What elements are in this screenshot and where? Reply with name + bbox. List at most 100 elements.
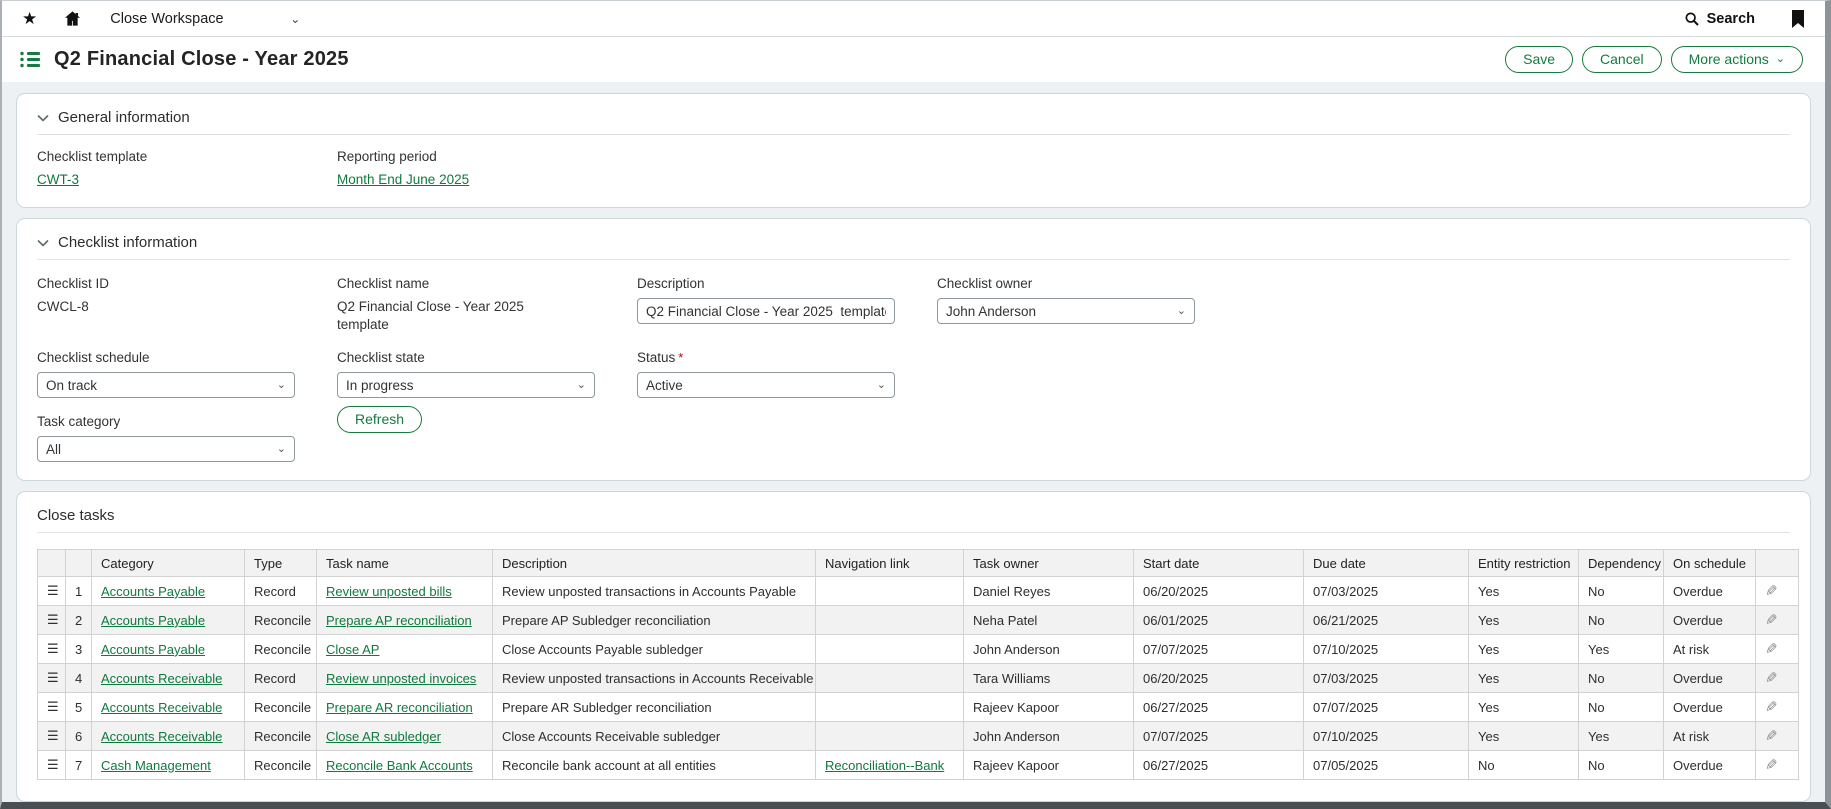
- drag-handle-icon: ☰: [47, 583, 59, 599]
- save-button[interactable]: Save: [1505, 46, 1573, 73]
- checklist-icon[interactable]: [20, 51, 40, 68]
- table-row: ☰ 1 Accounts Payable Record Review unpos…: [38, 577, 1799, 606]
- selected-value: On track: [46, 378, 97, 393]
- row-number-cell: 6: [66, 722, 92, 751]
- description-cell: Close Accounts Receivable subledger: [493, 722, 816, 751]
- category-cell: Accounts Receivable: [92, 722, 245, 751]
- top-navigation-bar: ★ Close Workspace ⌄ Search: [2, 1, 1825, 37]
- collapse-chevron-icon[interactable]: [37, 114, 49, 122]
- task-name-link[interactable]: Close AP: [326, 642, 379, 657]
- task-name-link[interactable]: Prepare AR reconciliation: [326, 700, 473, 715]
- column-header: Navigation link: [816, 550, 964, 577]
- checklist-name-value: Q2 Financial Close - Year 2025 template: [337, 298, 572, 334]
- selected-value: Active: [646, 378, 683, 393]
- edit-pencil-icon: ✎: [1765, 669, 1778, 687]
- drag-handle-cell[interactable]: ☰: [38, 577, 66, 606]
- more-actions-label: More actions: [1689, 51, 1769, 68]
- category-link[interactable]: Accounts Receivable: [101, 671, 222, 686]
- table-row: ☰ 2 Accounts Payable Reconcile Prepare A…: [38, 606, 1799, 635]
- drag-handle-icon: ☰: [47, 728, 59, 744]
- task-name-link[interactable]: Review unposted invoices: [326, 671, 476, 686]
- more-actions-button[interactable]: More actions ⌄: [1671, 46, 1803, 73]
- page-title: Q2 Financial Close - Year 2025: [54, 48, 349, 71]
- edit-cell[interactable]: ✎: [1756, 577, 1799, 606]
- task-category-select[interactable]: All ⌄: [37, 436, 295, 462]
- status-label: Status: [637, 350, 675, 365]
- entity-restriction-cell: Yes: [1469, 606, 1579, 635]
- navigation-link-cell: [816, 664, 964, 693]
- workspace-selector[interactable]: Close Workspace ⌄: [110, 11, 300, 27]
- task-name-link[interactable]: Prepare AP reconciliation: [326, 613, 472, 628]
- task-name-cell: Prepare AR reconciliation: [317, 693, 493, 722]
- category-link[interactable]: Accounts Receivable: [101, 729, 222, 744]
- task-name-cell: Reconcile Bank Accounts: [317, 751, 493, 780]
- cancel-button[interactable]: Cancel: [1582, 46, 1662, 73]
- edit-cell[interactable]: ✎: [1756, 751, 1799, 780]
- row-number-cell: 2: [66, 606, 92, 635]
- drag-handle-cell[interactable]: ☰: [38, 751, 66, 780]
- dependency-cell: Yes: [1579, 722, 1664, 751]
- entity-restriction-cell: No: [1469, 751, 1579, 780]
- task-owner-cell: Rajeev Kapoor: [964, 751, 1134, 780]
- close-tasks-table: CategoryTypeTask nameDescriptionNavigati…: [37, 549, 1799, 780]
- task-name-link[interactable]: Reconcile Bank Accounts: [326, 758, 473, 773]
- dependency-cell: No: [1579, 606, 1664, 635]
- task-name-link[interactable]: Review unposted bills: [326, 584, 452, 599]
- column-header: Due date: [1304, 550, 1469, 577]
- drag-handle-cell[interactable]: ☰: [38, 635, 66, 664]
- collapse-chevron-icon[interactable]: [37, 239, 49, 247]
- edit-cell[interactable]: ✎: [1756, 693, 1799, 722]
- on-schedule-cell: Overdue: [1664, 751, 1756, 780]
- column-header: Category: [92, 550, 245, 577]
- checklist-template-link[interactable]: CWT-3: [37, 172, 79, 187]
- drag-handle-icon: ☰: [47, 699, 59, 715]
- checklist-schedule-select[interactable]: On track ⌄: [37, 372, 295, 398]
- chevron-down-icon: ⌄: [877, 380, 886, 391]
- dependency-cell: Yes: [1579, 635, 1664, 664]
- category-link[interactable]: Cash Management: [101, 758, 211, 773]
- reporting-period-link[interactable]: Month End June 2025: [337, 172, 469, 187]
- status-select[interactable]: Active ⌄: [637, 372, 895, 398]
- edit-pencil-icon: ✎: [1765, 611, 1778, 629]
- drag-handle-cell[interactable]: ☰: [38, 606, 66, 635]
- edit-cell[interactable]: ✎: [1756, 722, 1799, 751]
- task-owner-cell: Rajeev Kapoor: [964, 693, 1134, 722]
- category-link[interactable]: Accounts Payable: [101, 584, 205, 599]
- favorites-star-icon[interactable]: ★: [22, 10, 37, 27]
- type-cell: Reconcile: [245, 635, 317, 664]
- category-link[interactable]: Accounts Payable: [101, 642, 205, 657]
- type-cell: Record: [245, 577, 317, 606]
- general-information-section: General information Checklist template C…: [16, 93, 1811, 208]
- chevron-down-icon: ⌄: [1776, 54, 1785, 65]
- category-cell: Accounts Payable: [92, 606, 245, 635]
- navigation-link[interactable]: Reconciliation--Bank: [825, 758, 944, 773]
- edit-cell[interactable]: ✎: [1756, 606, 1799, 635]
- refresh-slot: Refresh: [337, 406, 637, 433]
- selected-value: All: [46, 442, 61, 457]
- task-name-link[interactable]: Close AR subledger: [326, 729, 441, 744]
- search-button[interactable]: Search: [1684, 11, 1755, 27]
- selected-value: John Anderson: [946, 304, 1036, 319]
- edit-cell[interactable]: ✎: [1756, 635, 1799, 664]
- category-cell: Accounts Payable: [92, 635, 245, 664]
- selected-value: In progress: [346, 378, 414, 393]
- drag-handle-cell[interactable]: ☰: [38, 693, 66, 722]
- category-link[interactable]: Accounts Receivable: [101, 700, 222, 715]
- description-cell: Close Accounts Payable subledger: [493, 635, 816, 664]
- checklist-state-select[interactable]: In progress ⌄: [337, 372, 595, 398]
- drag-handle-icon: ☰: [47, 641, 59, 657]
- refresh-button[interactable]: Refresh: [337, 406, 422, 433]
- category-link[interactable]: Accounts Payable: [101, 613, 205, 628]
- chevron-down-icon: ⌄: [577, 380, 586, 391]
- checklist-owner-select[interactable]: John Anderson ⌄: [937, 298, 1195, 324]
- description-input[interactable]: [637, 298, 895, 324]
- start-date-cell: 07/07/2025: [1134, 722, 1304, 751]
- edit-cell[interactable]: ✎: [1756, 664, 1799, 693]
- home-icon[interactable]: [63, 9, 82, 28]
- bookmark-icon[interactable]: [1791, 10, 1805, 28]
- column-header: Task name: [317, 550, 493, 577]
- column-header: Start date: [1134, 550, 1304, 577]
- required-marker: *: [678, 350, 683, 365]
- drag-handle-cell[interactable]: ☰: [38, 722, 66, 751]
- drag-handle-cell[interactable]: ☰: [38, 664, 66, 693]
